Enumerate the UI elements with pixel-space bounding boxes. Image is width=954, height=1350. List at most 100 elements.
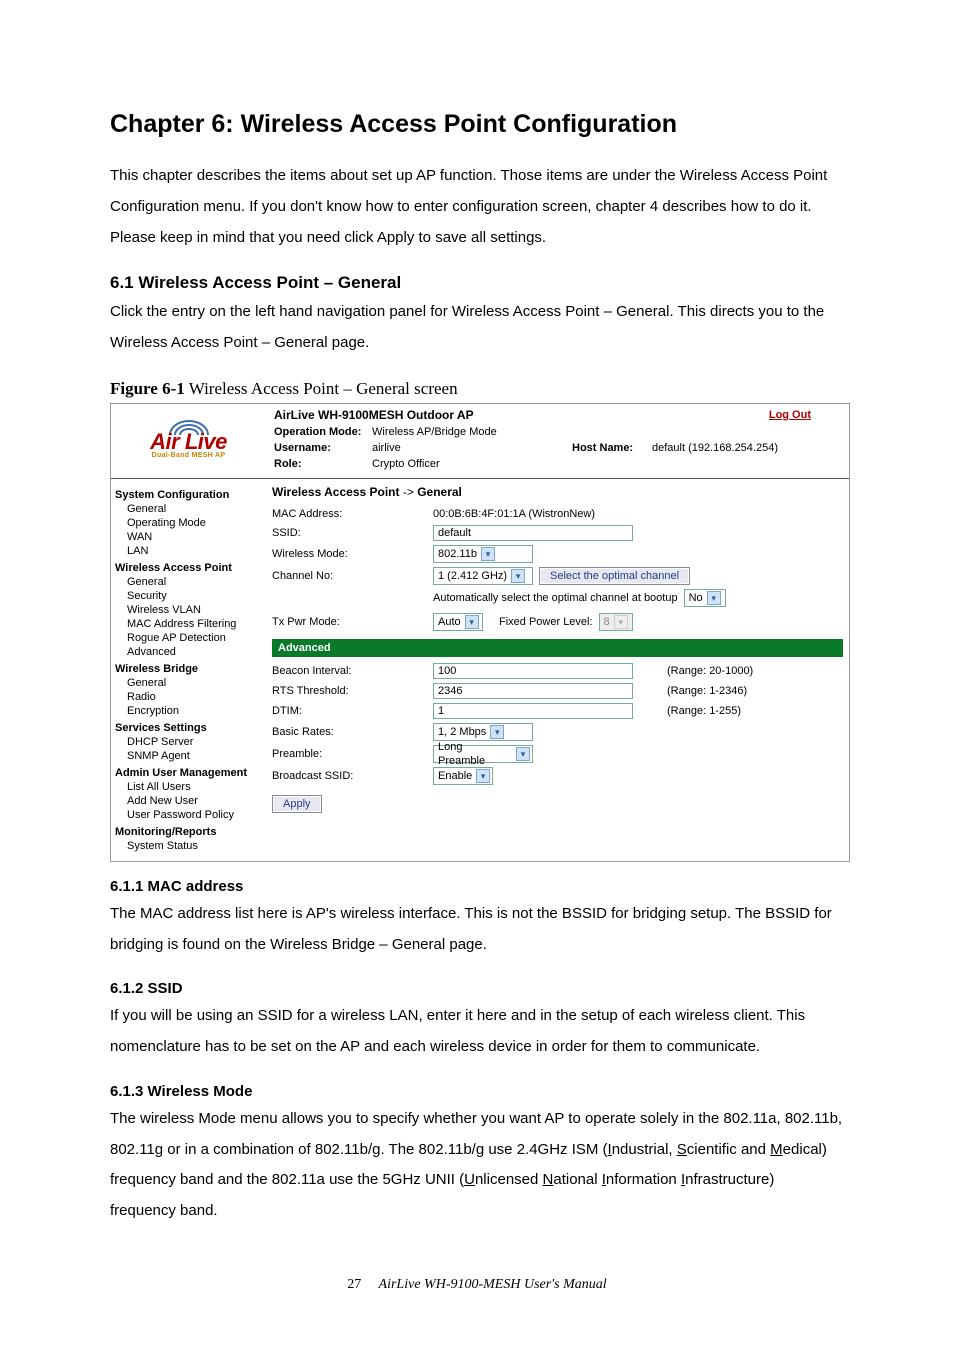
preamble-select[interactable]: Long Preamble ▾ — [433, 745, 533, 763]
left-nav: System Configuration General Operating M… — [111, 479, 266, 861]
logout-link[interactable]: Log Out — [769, 408, 841, 422]
nav-item[interactable]: LAN — [115, 544, 262, 558]
page-footer: 27 AirLive WH-9100-MESH User's Manual — [110, 1277, 844, 1293]
role-value: Crypto Officer — [372, 456, 572, 472]
fixed-power-label: Fixed Power Level: — [499, 615, 593, 629]
channel-value: 1 (2.412 GHz) — [438, 569, 507, 583]
preamble-value: Long Preamble — [438, 740, 512, 768]
chevron-down-icon: ▾ — [465, 615, 479, 629]
section-6-1-1-text: The MAC address list here is AP's wirele… — [110, 899, 844, 961]
chevron-down-icon: ▾ — [490, 725, 504, 739]
crumb-b: General — [417, 485, 462, 499]
screenshot-general-screen: Air Live Dual-Band MESH AP AirLive WH-91… — [110, 403, 850, 862]
wireless-mode-select[interactable]: 802.11b ▾ — [433, 545, 533, 563]
section-6-1-heading: 6.1 Wireless Access Point – General — [110, 273, 844, 293]
chevron-down-icon: ▾ — [707, 591, 721, 605]
basic-rates-value: 1, 2 Mbps — [438, 725, 486, 739]
txpwr-select[interactable]: Auto ▾ — [433, 613, 483, 631]
nav-item[interactable]: WAN — [115, 530, 262, 544]
mac-label: MAC Address: — [272, 507, 427, 521]
nav-item[interactable]: Advanced — [115, 645, 262, 659]
section-6-1-2-heading: 6.1.2 SSID — [110, 980, 844, 997]
logo-subtext: Dual-Band MESH AP — [152, 449, 226, 463]
beacon-range: (Range: 20-1000) — [667, 664, 753, 678]
auto-channel-label: Automatically select the optimal channel… — [433, 591, 678, 605]
figure-title: Wireless Access Point – General screen — [185, 379, 458, 398]
nav-item[interactable]: General — [115, 502, 262, 516]
section-6-1-3-heading: 6.1.3 Wireless Mode — [110, 1083, 844, 1100]
preamble-label: Preamble: — [272, 747, 427, 761]
rts-range: (Range: 1-2346) — [667, 684, 747, 698]
txpwr-value: Auto — [438, 615, 461, 629]
nav-cat-system: System Configuration — [115, 488, 262, 502]
nav-item[interactable]: Security — [115, 589, 262, 603]
select-optimal-channel-button[interactable]: Select the optimal channel — [539, 567, 690, 585]
nav-item[interactable]: Wireless VLAN — [115, 603, 262, 617]
nav-item[interactable]: Radio — [115, 690, 262, 704]
broadcast-ssid-label: Broadcast SSID: — [272, 769, 427, 783]
nav-item[interactable]: User Password Policy — [115, 808, 262, 822]
dtim-range: (Range: 1-255) — [667, 704, 741, 718]
txpwr-label: Tx Pwr Mode: — [272, 615, 427, 629]
breadcrumb: Wireless Access Point -> General — [272, 485, 843, 499]
nav-item[interactable]: DHCP Server — [115, 735, 262, 749]
section-6-1-3-text: The wireless Mode menu allows you to spe… — [110, 1104, 844, 1227]
broadcast-ssid-select[interactable]: Enable ▾ — [433, 767, 493, 785]
wmode-label: Wireless Mode: — [272, 547, 427, 561]
chapter-title: Chapter 6: Wireless Access Point Configu… — [110, 110, 844, 139]
dtim-label: DTIM: — [272, 704, 427, 718]
broadcast-ssid-value: Enable — [438, 769, 472, 783]
ssid-label: SSID: — [272, 526, 427, 540]
section-6-1-1-heading: 6.1.1 MAC address — [110, 878, 844, 895]
figure-number: Figure 6-1 — [110, 379, 185, 398]
crumb-arrow: -> — [400, 485, 418, 499]
rts-input[interactable] — [433, 683, 633, 699]
fixed-power-select[interactable]: 8 ▾ — [599, 613, 633, 631]
basic-rates-select[interactable]: 1, 2 Mbps ▾ — [433, 723, 533, 741]
section-6-1-2-text: If you will be using an SSID for a wirel… — [110, 1001, 844, 1063]
opmode-value: Wireless AP/Bridge Mode — [372, 424, 572, 440]
chevron-down-icon: ▾ — [481, 547, 495, 561]
beacon-label: Beacon Interval: — [272, 664, 427, 678]
channel-select[interactable]: 1 (2.412 GHz) ▾ — [433, 567, 533, 585]
nav-cat-admin: Admin User Management — [115, 766, 262, 780]
nav-item[interactable]: Rogue AP Detection — [115, 631, 262, 645]
page-number: 27 — [347, 1277, 361, 1292]
nav-item[interactable]: System Status — [115, 839, 262, 853]
nav-item[interactable]: Operating Mode — [115, 516, 262, 530]
dtim-input[interactable] — [433, 703, 633, 719]
chevron-down-icon: ▾ — [516, 747, 530, 761]
nav-item[interactable]: Add New User — [115, 794, 262, 808]
auto-channel-select[interactable]: No ▾ — [684, 589, 726, 607]
wireless-mode-value: 802.11b — [438, 547, 477, 561]
hostname-label: Host Name: — [572, 440, 652, 456]
chevron-down-icon: ▾ — [614, 615, 628, 629]
fixed-power-value: 8 — [604, 615, 610, 629]
crumb-a: Wireless Access Point — [272, 485, 400, 499]
nav-item[interactable]: SNMP Agent — [115, 749, 262, 763]
device-name: AirLive WH-9100MESH Outdoor AP — [274, 408, 474, 422]
nav-cat-monitor: Monitoring/Reports — [115, 825, 262, 839]
opmode-label: Operation Mode: — [274, 424, 372, 440]
logo-text: Air Live — [150, 435, 227, 449]
channel-label: Channel No: — [272, 569, 427, 583]
username-value: airlive — [372, 440, 572, 456]
shot-header: Air Live Dual-Band MESH AP AirLive WH-91… — [111, 404, 849, 479]
mac-value: 00:0B:6B:4F:01:1A (WistronNew) — [433, 507, 595, 521]
section-6-1-text: Click the entry on the left hand navigat… — [110, 297, 844, 359]
header-meta-table: Operation Mode: Wireless AP/Bridge Mode … — [274, 424, 784, 472]
apply-button[interactable]: Apply — [272, 795, 322, 813]
footer-title: AirLive WH-9100-MESH User's Manual — [379, 1277, 607, 1292]
nav-item[interactable]: List All Users — [115, 780, 262, 794]
beacon-input[interactable] — [433, 663, 633, 679]
advanced-section-bar: Advanced — [272, 639, 843, 657]
ssid-input[interactable] — [433, 525, 633, 541]
nav-item[interactable]: General — [115, 575, 262, 589]
nav-item[interactable]: General — [115, 676, 262, 690]
nav-cat-bridge: Wireless Bridge — [115, 662, 262, 676]
nav-item[interactable]: Encryption — [115, 704, 262, 718]
auto-channel-value: No — [689, 591, 703, 605]
shot-content: Wireless Access Point -> General MAC Add… — [266, 479, 849, 861]
nav-item[interactable]: MAC Address Filtering — [115, 617, 262, 631]
hostname-value: default (192.168.254.254) — [652, 440, 784, 456]
